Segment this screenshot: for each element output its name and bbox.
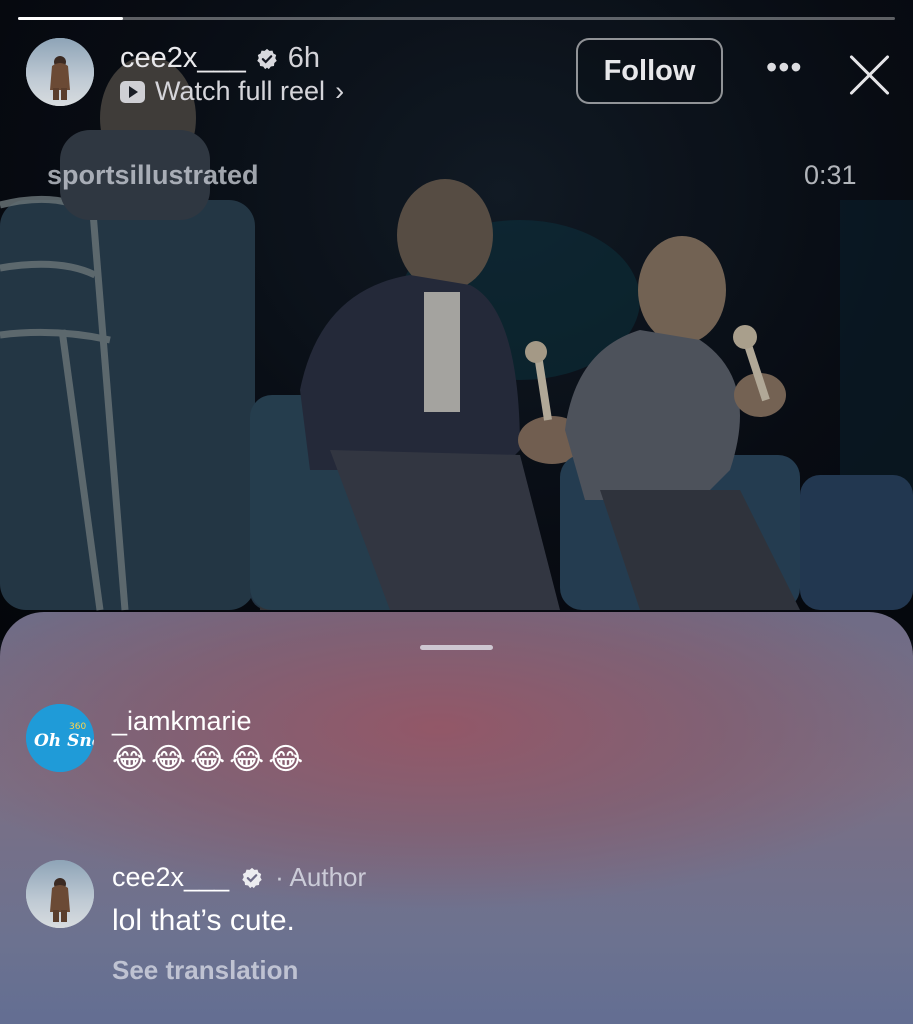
watch-full-reel-label: Watch full reel [155,76,326,106]
close-icon[interactable] [846,50,894,98]
see-translation-link[interactable]: See translation [112,955,298,986]
verified-badge-icon [257,48,277,69]
author-label: · Author [275,862,367,892]
avatar-portrait-icon [26,860,94,928]
svg-text:Oh Snap: Oh Snap [34,731,94,751]
commenter-avatar[interactable]: Oh Snap 360 [26,704,94,772]
story-progress-fill [18,17,124,20]
reel-video[interactable]: cee2x___ 6h Watch full reel › Follow •••… [0,0,913,640]
svg-text:360: 360 [69,722,86,732]
more-icon[interactable]: ••• [766,51,803,83]
follow-button[interactable]: Follow [576,38,723,104]
profile-avatar[interactable] [26,38,94,106]
comment-username-row[interactable]: _iamkmarie [112,706,252,737]
ohsnap-logo-icon: Oh Snap 360 [26,704,94,772]
verified-badge-icon [242,867,262,888]
story-progress-bar [18,17,895,20]
comment-username[interactable]: _iamkmarie [112,706,252,737]
comment-text: lol that’s cute. [112,904,295,937]
comment-item: Oh Snap 360 _iamkmarie 😂😂😂😂😂 [26,704,893,794]
video-duration: 0:31 [804,160,857,190]
watch-full-reel-link[interactable]: Watch full reel › [120,76,344,107]
comment-item: cee2x___ · Author lol that’s cute. See t… [26,860,893,1000]
comment-text: 😂😂😂😂😂 [112,742,308,777]
chevron-right-icon: › [335,76,345,106]
story-username[interactable]: cee2x___ [120,42,246,75]
avatar-portrait-icon [26,38,94,106]
comment-username[interactable]: cee2x___ [112,862,229,893]
sheet-drag-handle[interactable] [420,645,493,650]
comments-sheet: Oh Snap 360 _iamkmarie 😂😂😂😂😂 cee2x___ [0,612,913,1024]
comment-username-row[interactable]: cee2x___ · Author [112,862,366,893]
play-icon [120,80,145,103]
story-header: cee2x___ 6h Watch full reel › Follow ••• [26,38,893,108]
video-watermark: sportsillustrated [47,160,259,190]
story-time: 6h [287,42,321,74]
story-username-row[interactable]: cee2x___ 6h [120,42,320,75]
commenter-avatar[interactable] [26,860,94,928]
